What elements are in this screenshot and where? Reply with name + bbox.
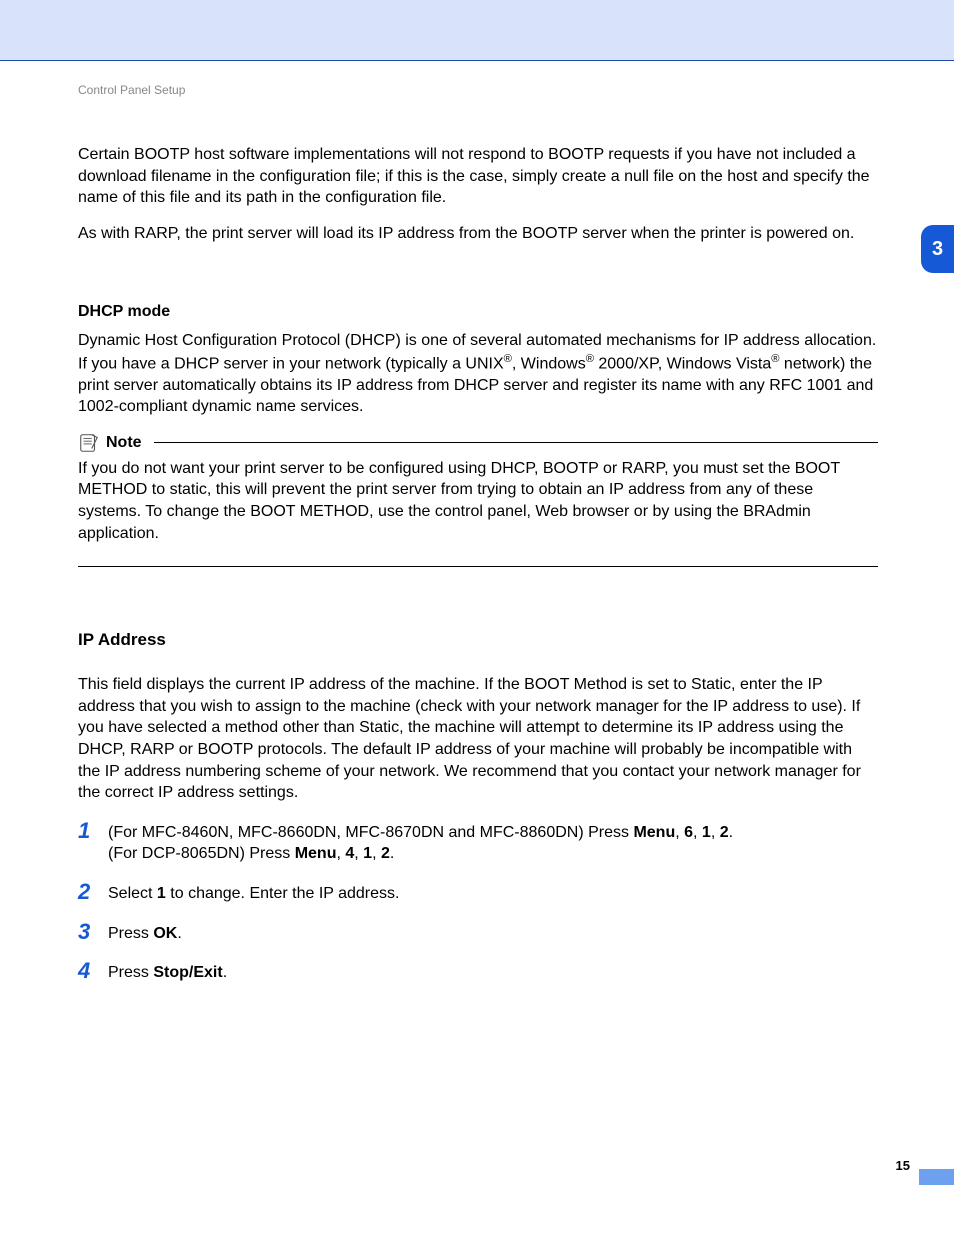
running-head: Control Panel Setup <box>78 82 878 98</box>
dhcp-mode-heading: DHCP mode <box>78 301 878 323</box>
key-ok: OK <box>153 925 177 942</box>
text: (For MFC-8460N, MFC-8660DN, MFC-8670DN a… <box>108 824 633 841</box>
text: , <box>372 845 381 862</box>
key-stop-exit: Stop/Exit <box>153 964 222 981</box>
step-number: 3 <box>78 921 108 943</box>
step-2: 2 Select 1 to change. Enter the IP addre… <box>78 883 878 905</box>
text: to change. Enter the IP address. <box>166 885 400 902</box>
key-menu: Menu <box>295 845 337 862</box>
note-header-rule <box>154 442 878 443</box>
registered-symbol: ® <box>586 353 594 365</box>
text: 2000/XP, Windows Vista <box>594 355 771 372</box>
step-1: 1 (For MFC-8460N, MFC-8660DN, MFC-8670DN… <box>78 822 878 865</box>
step-list: 1 (For MFC-8460N, MFC-8660DN, MFC-8670DN… <box>78 822 878 984</box>
key-6: 6 <box>684 824 693 841</box>
text: Press <box>108 964 153 981</box>
text: , <box>693 824 702 841</box>
text: , <box>675 824 684 841</box>
step-number: 4 <box>78 960 108 982</box>
bottom-accent-bar <box>919 1169 954 1185</box>
key-2: 2 <box>720 824 729 841</box>
text: . <box>177 925 181 942</box>
chapter-tab-number: 3 <box>932 236 943 263</box>
step-body: Press OK. <box>108 923 878 945</box>
top-hairline <box>0 60 954 61</box>
step-body: Press Stop/Exit. <box>108 962 878 984</box>
text: , Windows <box>512 355 586 372</box>
key-1: 1 <box>702 824 711 841</box>
registered-symbol: ® <box>504 353 512 365</box>
intro-paragraph-1: Certain BOOTP host software implementati… <box>78 144 878 209</box>
text: . <box>729 824 733 841</box>
top-band <box>0 0 954 60</box>
step-3: 3 Press OK. <box>78 923 878 945</box>
key-1: 1 <box>157 885 166 902</box>
text: . <box>390 845 394 862</box>
step-body: Select 1 to change. Enter the IP address… <box>108 883 878 905</box>
dhcp-mode-body: Dynamic Host Configuration Protocol (DHC… <box>78 330 878 418</box>
note-header: Note <box>78 432 878 454</box>
intro-paragraph-2: As with RARP, the print server will load… <box>78 223 878 245</box>
text: . <box>223 964 227 981</box>
step-4: 4 Press Stop/Exit. <box>78 962 878 984</box>
note-icon <box>78 432 100 454</box>
key-menu: Menu <box>633 824 675 841</box>
page-content: Control Panel Setup Certain BOOTP host s… <box>78 82 878 1002</box>
text: Press <box>108 925 153 942</box>
note-body: If you do not want your print server to … <box>78 458 878 544</box>
chapter-tab: 3 <box>921 225 954 273</box>
note-bottom-rule <box>78 566 878 567</box>
text: (For DCP-8065DN) Press <box>108 845 295 862</box>
text: , <box>354 845 363 862</box>
ip-address-heading: IP Address <box>78 629 878 652</box>
note-label: Note <box>106 432 142 454</box>
step-number: 1 <box>78 820 108 842</box>
step-number: 2 <box>78 881 108 903</box>
ip-address-body: This field displays the current IP addre… <box>78 674 878 804</box>
text: , <box>711 824 720 841</box>
key-4: 4 <box>345 845 354 862</box>
key-2: 2 <box>381 845 390 862</box>
step-body: (For MFC-8460N, MFC-8660DN, MFC-8670DN a… <box>108 822 878 865</box>
text: Select <box>108 885 157 902</box>
note-block: Note If you do not want your print serve… <box>78 432 878 567</box>
key-1: 1 <box>363 845 372 862</box>
page-number: 15 <box>896 1157 910 1175</box>
